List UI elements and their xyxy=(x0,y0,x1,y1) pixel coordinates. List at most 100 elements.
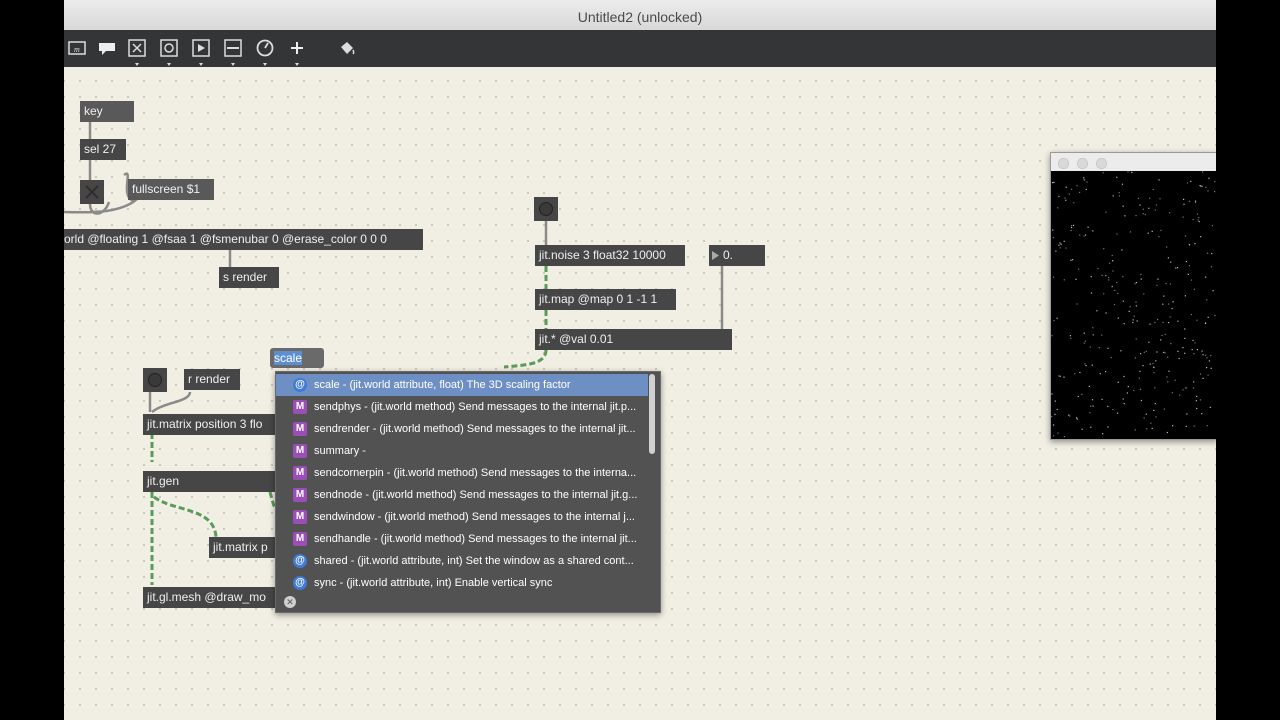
particle-point xyxy=(1108,279,1110,281)
particle-point xyxy=(1105,371,1107,373)
particle-point xyxy=(1124,215,1126,217)
particle-point xyxy=(1083,235,1085,237)
autocomplete-item[interactable]: Msendnode - (jit.world method) Send mess… xyxy=(276,484,648,506)
particle-point xyxy=(1179,394,1181,396)
particle-point xyxy=(1161,334,1163,336)
message-icon[interactable]: m xyxy=(68,39,86,57)
autocomplete-item[interactable]: @ shared - (jit.world attribute, int) Set… xyxy=(276,550,648,572)
particle-point xyxy=(1194,342,1196,344)
fullscreen-message[interactable]: fullscreen $1 xyxy=(128,179,214,200)
jit-world-output-window[interactable] xyxy=(1050,152,1216,440)
particle-point xyxy=(1102,433,1104,435)
particle-point xyxy=(1145,413,1147,415)
minimize-window-icon[interactable] xyxy=(1077,158,1088,169)
particle-point xyxy=(1084,363,1086,365)
jit-matrix-p-object[interactable]: jit.matrix p xyxy=(209,537,275,558)
bang-button-left[interactable] xyxy=(143,368,167,392)
particle-point xyxy=(1151,427,1153,429)
method-badge-icon: M xyxy=(293,422,307,436)
particle-point xyxy=(1167,356,1169,358)
particle-point xyxy=(1134,429,1136,431)
autocomplete-item-text: sendhandle - (jit.world method) Send mes… xyxy=(314,533,637,545)
particle-point xyxy=(1171,392,1173,394)
particle-point xyxy=(1188,200,1191,202)
new-object-editing-box[interactable]: scale xyxy=(270,348,324,368)
comment-icon[interactable] xyxy=(98,39,116,57)
particle-point xyxy=(1196,213,1198,215)
particle-point xyxy=(1148,341,1150,343)
autocomplete-item[interactable]: Msendrender - (jit.world method) Send me… xyxy=(276,418,648,440)
particle-point xyxy=(1168,322,1170,324)
jit-matrix-position-object[interactable]: jit.matrix position 3 flo xyxy=(143,414,275,435)
bang-button-noise[interactable] xyxy=(534,197,558,221)
particle-point xyxy=(1059,242,1061,244)
jit-world-object[interactable]: orld @floating 1 @fsaa 1 @fsmenubar 0 @e… xyxy=(64,229,423,250)
particle-point xyxy=(1120,350,1122,352)
particle-point xyxy=(1195,400,1197,402)
toggle-icon[interactable] xyxy=(160,39,178,66)
particle-point xyxy=(1175,267,1177,269)
autocomplete-item[interactable]: @ sync - (jit.world attribute, int) Enabl… xyxy=(276,572,648,594)
particle-point xyxy=(1101,398,1103,400)
toggle-object[interactable] xyxy=(80,180,104,204)
particle-point xyxy=(1116,281,1118,283)
particle-point xyxy=(1204,322,1207,325)
close-popup-icon[interactable]: ✕ xyxy=(284,596,296,608)
particle-point xyxy=(1136,320,1138,322)
particle-point xyxy=(1158,179,1160,181)
autocomplete-popup[interactable]: @ scale - (jit.world attribute, float) Th… xyxy=(275,371,661,613)
jit-mult-object[interactable]: jit.* @val 0.01 xyxy=(535,329,732,350)
particle-point xyxy=(1068,193,1070,195)
particle-point xyxy=(1193,425,1195,427)
jit-map-object[interactable]: jit.map @map 0 1 -1 1 xyxy=(535,289,676,310)
paint-bucket-icon[interactable] xyxy=(338,39,356,57)
jit-gl-mesh-object[interactable]: jit.gl.mesh @draw_mo xyxy=(143,587,275,608)
particle-point xyxy=(1196,407,1198,410)
autocomplete-item[interactable]: Msendhandle - (jit.world method) Send me… xyxy=(276,528,648,550)
particle-point xyxy=(1085,365,1087,367)
particle-point xyxy=(1083,177,1085,179)
particle-point xyxy=(1059,375,1061,377)
autocomplete-item[interactable]: Msummary - xyxy=(276,440,648,462)
sel-27-object[interactable]: sel 27 xyxy=(80,139,126,160)
patcher-canvas[interactable]: key sel 27 fullscreen $1 orld @floating … xyxy=(64,67,1216,720)
r-render-object[interactable]: r render xyxy=(184,369,240,390)
dial-icon[interactable] xyxy=(256,39,274,66)
autocomplete-item[interactable]: Msendphys - (jit.world method) Send mess… xyxy=(276,396,648,418)
plus-icon[interactable] xyxy=(288,39,306,66)
particle-point xyxy=(1083,332,1085,334)
flonum-value: 0. xyxy=(723,248,734,262)
particle-point xyxy=(1196,319,1198,321)
particle-point xyxy=(1052,229,1054,231)
play-icon[interactable] xyxy=(192,39,210,66)
zoom-window-icon[interactable] xyxy=(1096,158,1107,169)
s-render-object[interactable]: s render xyxy=(219,267,279,288)
jit-gen-object[interactable]: jit.gen xyxy=(143,471,275,492)
particle-point xyxy=(1077,395,1079,398)
autocomplete-item[interactable]: @ scale - (jit.world attribute, float) Th… xyxy=(276,374,648,396)
jit-noise-object[interactable]: jit.noise 3 float32 10000 xyxy=(535,245,685,266)
particle-point xyxy=(1186,413,1188,415)
particle-point xyxy=(1117,381,1119,383)
particle-point xyxy=(1116,233,1118,235)
popup-scrollbar[interactable] xyxy=(649,374,655,454)
particle-point xyxy=(1184,235,1187,237)
output-window-titlebar xyxy=(1051,153,1216,171)
attribute-badge-icon: @ xyxy=(293,554,307,568)
particle-point xyxy=(1131,171,1133,173)
slider-icon[interactable] xyxy=(224,39,242,66)
jit-world-label: orld @floating 1 @fsaa 1 @fsmenubar 0 @e… xyxy=(64,232,387,246)
particle-point xyxy=(1196,349,1199,351)
key-object[interactable]: key xyxy=(80,101,134,122)
particle-point xyxy=(1208,177,1210,179)
close-window-icon[interactable] xyxy=(1058,158,1069,169)
particle-point xyxy=(1139,204,1141,206)
autocomplete-item[interactable]: Msendcornerpin - (jit.world method) Send… xyxy=(276,462,648,484)
particle-point xyxy=(1107,426,1109,428)
autocomplete-item[interactable]: Msendwindow - (jit.world method) Send me… xyxy=(276,506,648,528)
particle-point xyxy=(1052,424,1055,426)
button-x-icon[interactable] xyxy=(128,39,146,66)
flonum-box[interactable]: 0. xyxy=(709,245,765,266)
particle-point xyxy=(1185,425,1187,427)
particle-point xyxy=(1085,234,1087,236)
